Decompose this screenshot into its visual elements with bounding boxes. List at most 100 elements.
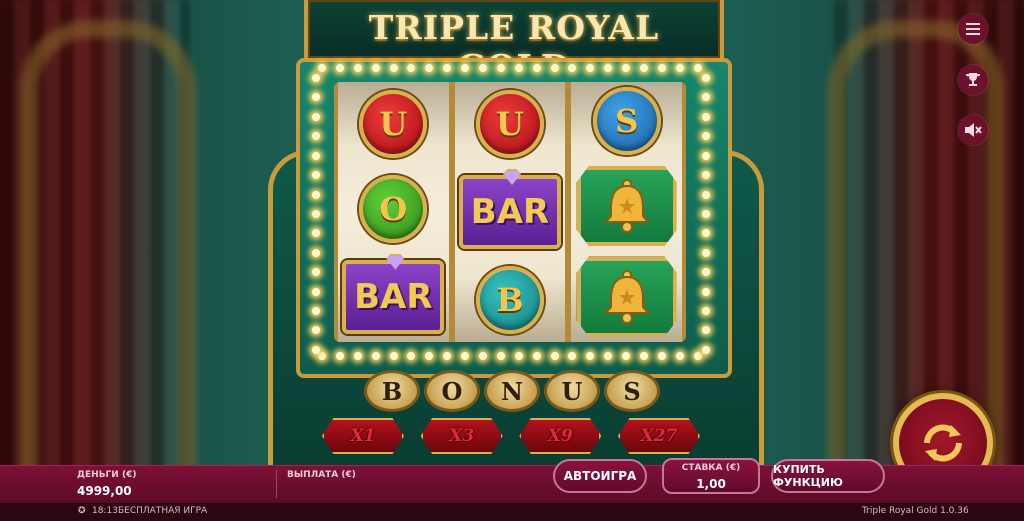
- bonus-letter-u-4: U: [544, 370, 600, 412]
- bet-value: 1,00: [696, 477, 726, 491]
- marquee-bulb: [461, 352, 470, 360]
- marquee-bulb: [312, 151, 320, 160]
- marquee-bulb: [702, 132, 710, 141]
- trophy-button[interactable]: [958, 65, 988, 95]
- marquee-bulb: [657, 64, 666, 72]
- marquee-bulb: [640, 64, 649, 72]
- marquee-bulb: [407, 352, 416, 360]
- marquee-bulb: [371, 352, 380, 360]
- marquee-bulb: [622, 64, 631, 72]
- balance-label: ДЕНЬГИ (€): [77, 470, 137, 480]
- marquee-bulb: [312, 93, 320, 102]
- symbol-letter-o: O: [359, 174, 428, 243]
- marquee-bulb: [702, 248, 710, 257]
- marquee-bulb: [532, 64, 541, 72]
- multiplier-x1: X1: [322, 418, 404, 454]
- marquee-bulb: [443, 64, 452, 72]
- marquee-bulb: [532, 352, 541, 360]
- bet-label: СТАВКА (€): [681, 463, 741, 473]
- multiplier-row: X1 X3 X9 X27: [322, 418, 700, 454]
- clock-icon: ✪: [78, 506, 86, 516]
- symbol-bar: BAR: [342, 253, 445, 334]
- sound-muted-icon: [965, 123, 982, 137]
- marquee-bulb: [550, 64, 559, 72]
- hamburger-menu-icon: [966, 23, 980, 35]
- marquee-bulb: [496, 64, 505, 72]
- marquee-bulb: [312, 190, 320, 199]
- marquee-bulb: [550, 352, 559, 360]
- footer-bar: ✪ 18:13 БЕСПЛАТНАЯ ИГРА Triple Royal Gol…: [0, 503, 1024, 521]
- marquee-bulb: [312, 345, 320, 354]
- marquee-bulb: [702, 74, 710, 82]
- bonus-letter-s-5: S: [604, 370, 660, 412]
- reel-1: U O BAR: [338, 82, 449, 342]
- marquee-bulb: [514, 64, 523, 72]
- marquee-bulb: [657, 352, 666, 360]
- marquee-bulb: [318, 64, 326, 72]
- symbol-letter-u: U: [359, 90, 428, 159]
- bell-icon: [603, 178, 650, 233]
- diamond-icon: [503, 168, 521, 185]
- marquee-lights-top: [318, 64, 702, 72]
- reel-2: U BAR B: [454, 82, 566, 342]
- marquee-bulb: [702, 112, 710, 121]
- marquee-bulb: [479, 352, 488, 360]
- symbol-bar-label: BAR: [470, 191, 550, 232]
- spin-arrows-icon: [924, 424, 962, 462]
- marquee-bulb: [312, 112, 320, 121]
- marquee-bulb: [586, 352, 595, 360]
- marquee-bulb: [702, 345, 710, 354]
- marquee-bulb: [496, 352, 505, 360]
- reel-3: S: [571, 82, 683, 342]
- footer-version: Triple Royal Gold 1.0.36: [862, 506, 969, 516]
- bonus-letter-b-1: B: [364, 370, 420, 412]
- trophy-icon: [966, 73, 980, 86]
- marquee-bulb: [568, 64, 577, 72]
- marquee-bulb: [312, 171, 320, 180]
- marquee-lights-right: [702, 74, 710, 354]
- marquee-bulb: [312, 307, 320, 316]
- balance-value: 4999,00: [77, 484, 132, 498]
- marquee-bulb: [702, 93, 710, 102]
- bar-divider: [276, 470, 277, 498]
- sound-toggle-button[interactable]: [958, 115, 988, 145]
- symbol-bell: [576, 165, 677, 246]
- bell-icon: [603, 269, 650, 324]
- bonus-letters: BONUS: [364, 370, 660, 412]
- title-plate: TRIPLE ROYAL GOLD: [304, 0, 724, 86]
- buy-feature-button[interactable]: КУПИТЬ ФУНКЦИЮ: [771, 459, 885, 493]
- marquee-bulb: [702, 326, 710, 335]
- autoplay-button[interactable]: АВТОИГРА: [553, 459, 647, 493]
- marquee-bulb: [702, 171, 710, 180]
- footer-mode: БЕСПЛАТНАЯ ИГРА: [118, 506, 208, 516]
- bet-box[interactable]: СТАВКА (€) 1,00: [662, 458, 760, 494]
- marquee-bulb: [568, 352, 577, 360]
- marquee-lights-left: [312, 74, 320, 354]
- marquee-bulb: [702, 190, 710, 199]
- marquee-bulb: [353, 352, 362, 360]
- marquee-bulb: [407, 64, 416, 72]
- marquee-bulb: [479, 64, 488, 72]
- multiplier-x3: X3: [420, 418, 503, 454]
- marquee-bulb: [702, 287, 710, 296]
- marquee-bulb: [312, 209, 320, 218]
- marquee-bulb: [312, 287, 320, 296]
- bonus-letter-n-3: N: [484, 370, 540, 412]
- symbol-bar-label: BAR: [354, 276, 433, 317]
- symbol-letter-u: U: [476, 90, 544, 159]
- marquee-bulb: [425, 352, 434, 360]
- marquee-bulb: [312, 268, 320, 277]
- marquee-bulb: [640, 352, 649, 360]
- marquee-bulb: [693, 352, 702, 360]
- footer-clock: 18:13: [92, 506, 118, 516]
- marquee-bulb: [335, 352, 344, 360]
- marquee-bulb: [514, 352, 523, 360]
- menu-button[interactable]: [958, 14, 988, 44]
- marquee-bulb: [693, 64, 702, 72]
- marquee-bulb: [389, 352, 398, 360]
- marquee-bulb: [675, 352, 684, 360]
- reels-grid: U O BAR U BAR B S: [334, 82, 686, 342]
- symbol-letter-b: B: [476, 265, 544, 334]
- marquee-bulb: [443, 352, 452, 360]
- marquee-bulb: [604, 352, 613, 360]
